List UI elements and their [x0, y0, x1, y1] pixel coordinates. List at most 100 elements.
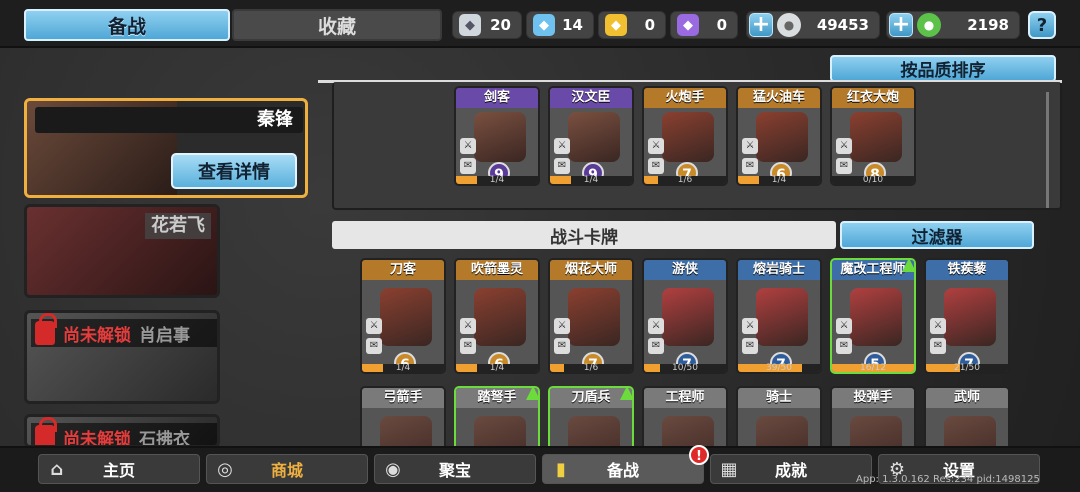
sword-icon: ⚔ [460, 138, 476, 154]
resource-gold-chest[interactable]: ◆ 0 [598, 11, 666, 39]
tab-collection[interactable]: 收藏 [232, 9, 442, 41]
sword-icon: ⚔ [366, 318, 382, 334]
mail-icon: ✉ [460, 338, 476, 354]
mail-icon: ✉ [742, 158, 758, 174]
card-title: 红衣大炮 [832, 88, 914, 108]
mail-icon: ✉ [460, 158, 476, 174]
card-吹箭墨灵[interactable]: 吹箭墨灵⚔✉61/4 [454, 258, 540, 374]
purple-chest-icon: ◆ [677, 14, 699, 36]
hero-card-locked[interactable]: 尚未解锁 石拂衣 [24, 414, 220, 448]
sword-icon: ⚔ [836, 138, 852, 154]
card-铁蒺藜[interactable]: 铁蒺藜⚔✉721/50 [924, 258, 1010, 374]
top-bar: 备战 收藏 ◆ 20 ◆ 14 ◆ 0 ◆ 0 + ● 49453 + ● 21… [0, 0, 1080, 48]
filter-button[interactable]: 过滤器 [840, 221, 1034, 249]
card-progress-text: 1/4 [771, 175, 787, 185]
card-art [944, 288, 996, 346]
section-title: 战斗卡牌 [332, 221, 836, 249]
blue-chest-icon: ◆ [533, 14, 555, 36]
silver-coin-icon: ● [777, 13, 801, 37]
sword-icon: ⚔ [836, 318, 852, 334]
mail-icon: ✉ [836, 158, 852, 174]
card-汉文臣[interactable]: 汉文臣 ⚔ ✉ 9 1/4 [548, 86, 634, 186]
shop-icon: ◎ [217, 458, 233, 480]
card-title: 汉文臣 [550, 88, 632, 108]
nav-shop[interactable]: ◎ 商城 [206, 454, 368, 484]
card-progress-text: 1/4 [489, 175, 505, 185]
resource-blue-chest[interactable]: ◆ 14 [526, 11, 594, 39]
card-title: 剑客 [456, 88, 538, 108]
card-熔岩骑士[interactable]: 熔岩骑士⚔✉739/50 [736, 258, 822, 374]
card-title: 刀客 [362, 260, 444, 280]
deck-scrollbar[interactable] [1046, 92, 1049, 208]
nav-home[interactable]: ⌂ 主页 [38, 454, 200, 484]
currency-gems: + ● 2198 [886, 11, 1020, 39]
add-gems-button[interactable]: + [889, 13, 913, 37]
mail-icon: ✉ [930, 338, 946, 354]
view-details-button[interactable]: 查看详情 [171, 153, 297, 189]
card-art [380, 288, 432, 346]
resource-silver-chest[interactable]: ◆ 20 [452, 11, 522, 39]
card-title: 弓箭手 [362, 388, 444, 408]
green-gem-icon: ● [917, 13, 941, 37]
hero-card-locked[interactable]: 尚未解锁 肖启事 [24, 310, 220, 404]
mail-icon: ✉ [742, 338, 758, 354]
tab-prepare[interactable]: 备战 [24, 9, 230, 41]
card-progress-text: 21/50 [954, 363, 980, 373]
card-progress-text: 1/6 [583, 363, 599, 373]
card-progress-text: 10/50 [672, 363, 698, 373]
card-progress-text: 1/4 [489, 363, 505, 373]
card-title: 猛火油车 [738, 88, 820, 108]
help-button[interactable]: ? [1028, 11, 1056, 39]
hero-card[interactable]: 花若飞 [24, 204, 220, 298]
nav-achievement[interactable]: ▦ 成就 [710, 454, 872, 484]
sword-icon: ⚔ [460, 318, 476, 334]
mail-icon: ✉ [554, 338, 570, 354]
card-title: 游侠 [644, 260, 726, 280]
card-art [568, 112, 620, 162]
card-progress-text: 16/12 [860, 363, 886, 373]
card-title: 武师 [926, 388, 1008, 408]
card-刀客[interactable]: 刀客⚔✉61/4 [360, 258, 446, 374]
card-art [568, 288, 620, 346]
card-art [756, 112, 808, 162]
cards-icon: ▮ [556, 458, 566, 480]
card-魔改工程师[interactable]: 魔改工程师⚔✉516/12 [830, 258, 916, 374]
selected-hero-card[interactable]: 秦锋 查看详情 [24, 98, 308, 198]
sort-by-quality-button[interactable]: 按品质排序 [830, 55, 1056, 82]
nav-prepare[interactable]: ▮ 备战 ! [542, 445, 709, 484]
card-烟花大师[interactable]: 烟花大师⚔✉71/6 [548, 258, 634, 374]
card-progress-text: 39/50 [766, 363, 792, 373]
card-title: 熔岩骑士 [738, 260, 820, 280]
home-icon: ⌂ [50, 458, 64, 480]
card-title: 骑士 [738, 388, 820, 408]
card-红衣大炮[interactable]: 红衣大炮 ⚔ ✉ 8 0/10 [830, 86, 916, 186]
achievement-icon: ▦ [720, 458, 738, 480]
mail-icon: ✉ [836, 338, 852, 354]
resource-purple-chest[interactable]: ◆ 0 [670, 11, 738, 39]
card-剑客[interactable]: 剑客 ⚔ ✉ 9 1/4 [454, 86, 540, 186]
add-coins-button[interactable]: + [749, 13, 773, 37]
card-progress-text: 0/10 [862, 175, 884, 185]
bottom-nav: ⌂ 主页 ◎ 商城 ◉ 聚宝 ▮ 备战 ! ▦ 成就 ⚙ 设置 [0, 445, 1080, 492]
card-art [850, 112, 902, 162]
sword-icon: ⚔ [930, 318, 946, 334]
sword-icon: ⚔ [554, 138, 570, 154]
card-art [850, 288, 902, 346]
sword-icon: ⚔ [554, 318, 570, 334]
lock-icon [35, 417, 57, 445]
mail-icon: ✉ [648, 338, 664, 354]
card-游侠[interactable]: 游侠⚔✉710/50 [642, 258, 728, 374]
card-火炮手[interactable]: 火炮手 ⚔ ✉ 7 1/6 [642, 86, 728, 186]
card-猛火油车[interactable]: 猛火油车 ⚔ ✉ 6 1/4 [736, 86, 822, 186]
card-title: 吹箭墨灵 [456, 260, 538, 280]
card-title: 工程师 [644, 388, 726, 408]
notification-badge: ! [689, 445, 709, 465]
lock-icon [35, 313, 57, 345]
upgrade-arrow-icon [620, 388, 632, 400]
nav-treasure[interactable]: ◉ 聚宝 [374, 454, 536, 484]
upgrade-arrow-icon [902, 260, 914, 272]
card-title: 铁蒺藜 [926, 260, 1008, 280]
card-art [756, 288, 808, 346]
mail-icon: ✉ [366, 338, 382, 354]
lock-row: 尚未解锁 石拂衣 [31, 417, 217, 445]
